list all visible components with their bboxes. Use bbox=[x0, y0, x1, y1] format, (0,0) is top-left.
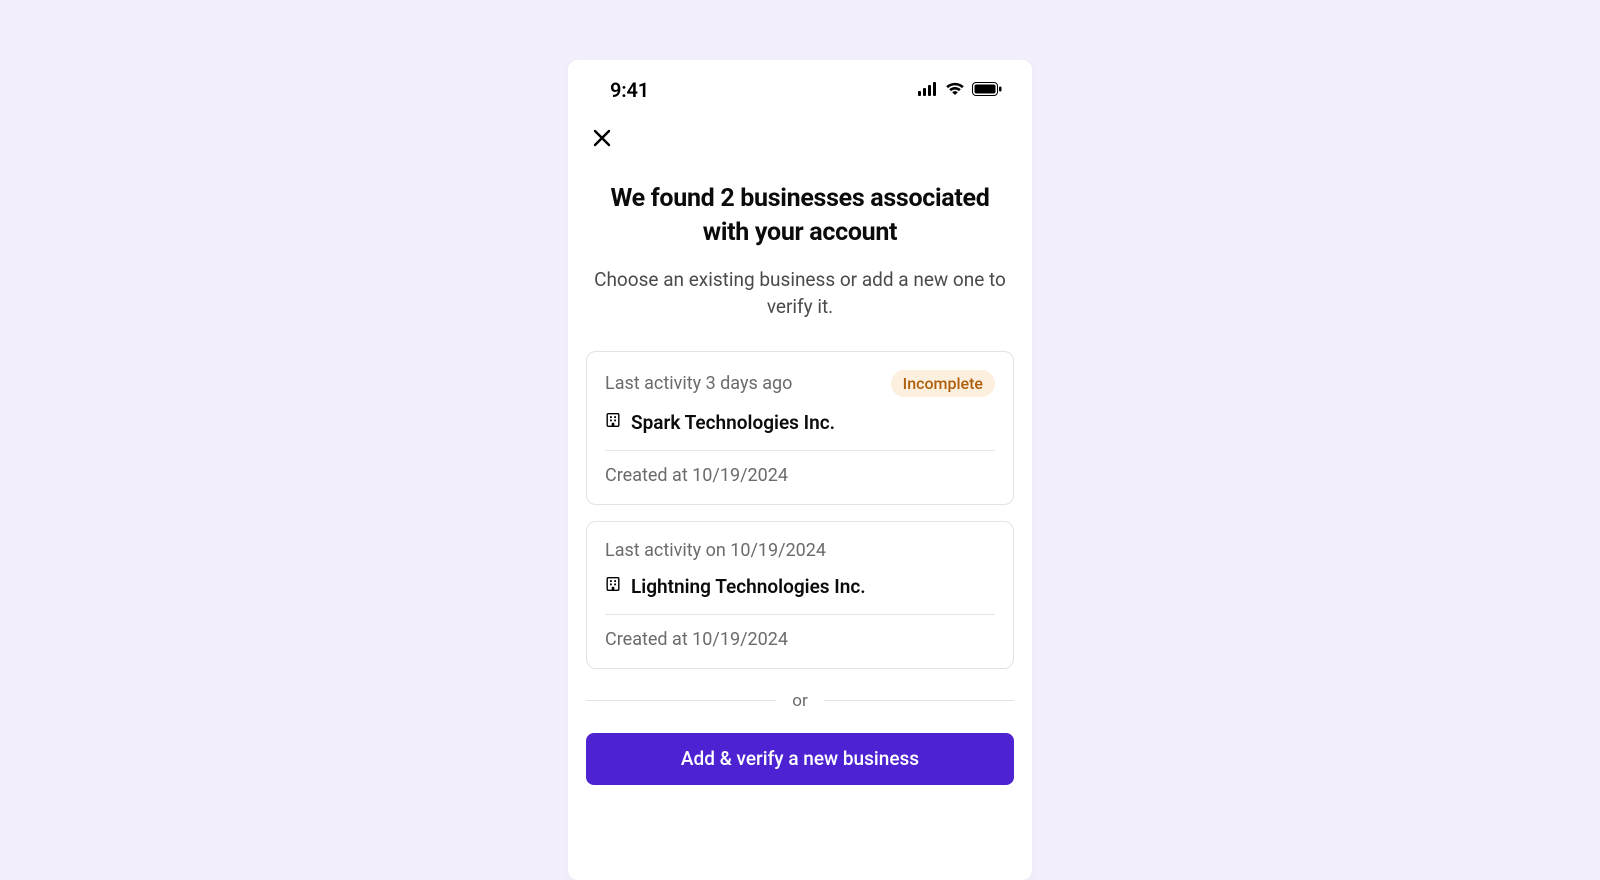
created-at: Created at 10/19/2024 bbox=[605, 465, 995, 486]
add-verify-label: Add & verify a new business bbox=[681, 747, 919, 770]
last-activity: Last activity 3 days ago bbox=[605, 373, 792, 394]
card-top: Last activity on 10/19/2024 bbox=[605, 540, 995, 561]
building-icon bbox=[605, 412, 621, 432]
building-icon bbox=[605, 576, 621, 596]
wifi-icon bbox=[945, 81, 965, 100]
status-icons bbox=[918, 81, 1002, 100]
card-top: Last activity 3 days ago Incomplete bbox=[605, 370, 995, 397]
business-name-row: Lightning Technologies Inc. bbox=[605, 575, 995, 598]
page-title: We found 2 businesses associated with yo… bbox=[586, 182, 1014, 250]
add-verify-button[interactable]: Add & verify a new business bbox=[586, 733, 1014, 785]
business-card[interactable]: Last activity on 10/19/2024 Lightn bbox=[586, 521, 1014, 669]
business-name: Spark Technologies Inc. bbox=[631, 411, 835, 434]
business-name-row: Spark Technologies Inc. bbox=[605, 411, 995, 434]
separator-line bbox=[586, 700, 776, 701]
separator-line bbox=[824, 700, 1014, 701]
last-activity: Last activity on 10/19/2024 bbox=[605, 540, 826, 561]
content: We found 2 businesses associated with yo… bbox=[568, 152, 1032, 880]
close-icon bbox=[592, 128, 612, 152]
cellular-icon bbox=[918, 81, 938, 100]
close-row bbox=[568, 112, 1032, 152]
page-subtitle: Choose an existing business or add a new… bbox=[586, 266, 1014, 321]
card-divider bbox=[605, 614, 995, 615]
phone-frame: 9:41 bbox=[568, 60, 1032, 880]
battery-icon bbox=[972, 81, 1002, 100]
close-button[interactable] bbox=[590, 128, 614, 152]
card-divider bbox=[605, 450, 995, 451]
business-name: Lightning Technologies Inc. bbox=[631, 575, 866, 598]
created-at: Created at 10/19/2024 bbox=[605, 629, 995, 650]
or-label: or bbox=[792, 691, 807, 711]
or-separator: or bbox=[586, 691, 1014, 711]
status-badge: Incomplete bbox=[891, 370, 995, 397]
status-time: 9:41 bbox=[610, 78, 649, 102]
business-list: Last activity 3 days ago Incomplete bbox=[586, 351, 1014, 669]
business-card[interactable]: Last activity 3 days ago Incomplete bbox=[586, 351, 1014, 505]
status-bar: 9:41 bbox=[568, 60, 1032, 112]
